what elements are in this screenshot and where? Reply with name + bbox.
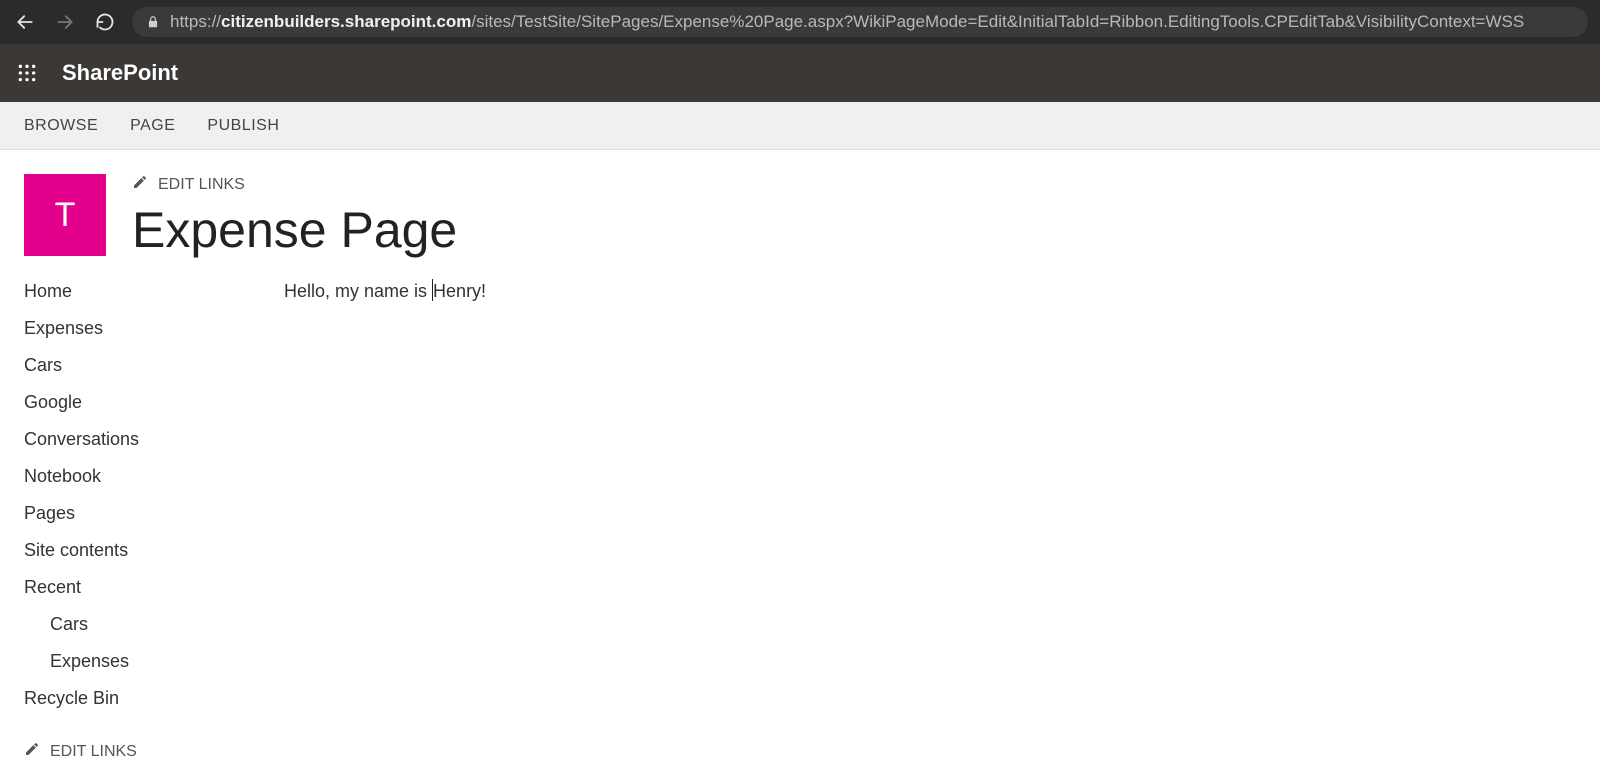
edit-links-button[interactable]: EDIT LINKS xyxy=(132,174,1576,195)
url-host: citizenbuilders.sharepoint.com xyxy=(221,12,471,31)
edit-links-bottom-button[interactable]: EDIT LINKS xyxy=(24,741,244,762)
pencil-icon xyxy=(132,174,148,195)
nav-item-recycle-bin[interactable]: Recycle Bin xyxy=(24,686,244,711)
ribbon-tab-browse[interactable]: BROWSE xyxy=(24,117,98,135)
nav-item-expenses[interactable]: Expenses xyxy=(24,316,244,341)
url-bar[interactable]: https://citizenbuilders.sharepoint.com/s… xyxy=(132,7,1588,37)
site-logo-letter: T xyxy=(55,196,76,235)
nav-item-google[interactable]: Google xyxy=(24,390,244,415)
nav-item-recent[interactable]: Recent xyxy=(24,575,244,600)
site-logo[interactable]: T xyxy=(24,174,106,256)
edit-links-label: EDIT LINKS xyxy=(158,176,245,194)
main: Home Expenses Cars Google Conversations … xyxy=(0,269,1600,762)
content-text-after: Henry! xyxy=(433,281,486,301)
browser-bar: https://citizenbuilders.sharepoint.com/s… xyxy=(0,0,1600,44)
nav-item-cars[interactable]: Cars xyxy=(24,353,244,378)
url-path: /sites/TestSite/SitePages/Expense%20Page… xyxy=(471,12,1524,31)
nav-item-home[interactable]: Home xyxy=(24,279,244,304)
suite-bar: SharePoint xyxy=(0,44,1600,102)
ribbon: BROWSE PAGE PUBLISH xyxy=(0,102,1600,150)
pencil-icon xyxy=(24,741,40,762)
content-text-before: Hello, my name is xyxy=(284,281,432,301)
nav-item-recent-expenses[interactable]: Expenses xyxy=(24,649,244,674)
app-launcher-icon[interactable] xyxy=(12,58,42,88)
page-title: Expense Page xyxy=(132,201,1576,259)
left-nav: Home Expenses Cars Google Conversations … xyxy=(24,279,244,762)
nav-item-notebook[interactable]: Notebook xyxy=(24,464,244,489)
forward-button[interactable] xyxy=(52,9,78,35)
content-area[interactable]: Hello, my name is Henry! xyxy=(284,279,1576,762)
brand-label[interactable]: SharePoint xyxy=(62,60,178,86)
back-button[interactable] xyxy=(12,9,38,35)
lock-icon xyxy=(146,15,160,29)
reload-button[interactable] xyxy=(92,9,118,35)
nav-item-conversations[interactable]: Conversations xyxy=(24,427,244,452)
nav-item-site-contents[interactable]: Site contents xyxy=(24,538,244,563)
ribbon-tab-publish[interactable]: PUBLISH xyxy=(207,117,279,135)
url-prefix: https:// xyxy=(170,12,221,31)
page-header: T EDIT LINKS Expense Page xyxy=(0,150,1600,269)
url-text: https://citizenbuilders.sharepoint.com/s… xyxy=(170,12,1574,32)
nav-item-pages[interactable]: Pages xyxy=(24,501,244,526)
ribbon-tab-page[interactable]: PAGE xyxy=(130,117,175,135)
edit-links-bottom-label: EDIT LINKS xyxy=(50,743,137,761)
nav-item-recent-cars[interactable]: Cars xyxy=(24,612,244,637)
text-caret-icon xyxy=(432,279,433,301)
